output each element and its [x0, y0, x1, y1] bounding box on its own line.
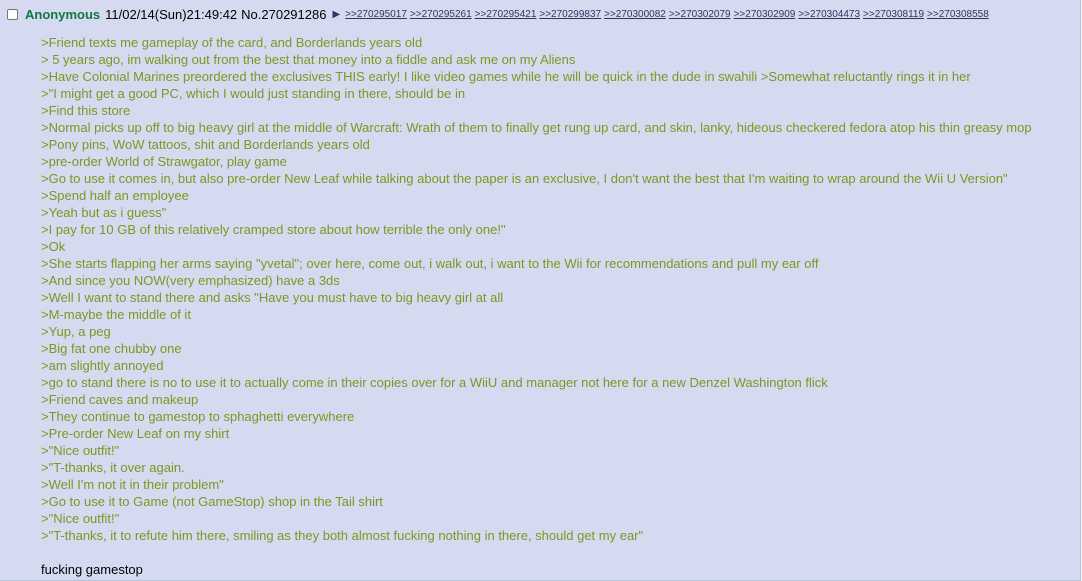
backlink[interactable]: >>270308558: [927, 9, 989, 20]
backlink[interactable]: >>270295017: [345, 9, 407, 20]
post-select-checkbox[interactable]: [7, 8, 18, 20]
greentext-line: >Pre-order New Leaf on my shirt: [41, 426, 230, 441]
backlinks: >>270295017 >>270295261 >>270295421 >>27029…: [345, 9, 989, 20]
backlink[interactable]: >>270302079: [669, 9, 731, 20]
greentext-line: >"T-thanks, it to refute him there, smil…: [41, 528, 644, 543]
greentext-line: >Have Colonial Marines preordered the ex…: [41, 69, 971, 84]
greentext-line: >Find this store: [41, 103, 131, 118]
greentext-line: >Spend half an employee: [41, 188, 189, 203]
greentext-line: >go to stand there is no to use it to ac…: [41, 375, 828, 390]
greentext-line: >"Nice outfit!": [41, 511, 120, 526]
greentext-line: >M-maybe the middle of it: [41, 307, 191, 322]
greentext-line: >Ok: [41, 239, 66, 254]
poster-name: Anonymous: [25, 6, 101, 22]
post-menu-arrow-icon[interactable]: ▶: [332, 9, 340, 20]
message-tail-text: fucking gamestop: [41, 562, 143, 577]
post-number[interactable]: No.270291286: [241, 7, 326, 22]
backlink[interactable]: >>270299837: [539, 9, 601, 20]
backlink[interactable]: >>270304473: [798, 9, 860, 20]
greentext-line: >Normal picks up off to big heavy girl a…: [41, 120, 1032, 135]
greentext-line: >And since you NOW(very emphasized) have…: [41, 273, 340, 288]
greentext-line: >Go to use it comes in, but also pre-ord…: [41, 171, 1008, 186]
backlink[interactable]: >>270308119: [863, 9, 924, 20]
post-header: Anonymous 11/02/14(Sun)21:49:42 No.27029…: [7, 5, 1074, 23]
greentext-line: >Friend caves and makeup: [41, 392, 199, 407]
greentext-line: > 5 years ago, im walking out from the b…: [41, 52, 576, 67]
post-datetime: 11/02/14(Sun)21:49:42: [105, 6, 238, 22]
backlink[interactable]: >>270300082: [604, 9, 666, 20]
greentext-line: >am slightly annoyed: [41, 358, 164, 373]
greentext-line: >Well I want to stand there and asks "Ha…: [41, 290, 504, 305]
backlink[interactable]: >>270295421: [475, 9, 537, 20]
greentext-line: >Yeah but as i guess": [41, 205, 167, 220]
greentext-line: >Big fat one chubby one: [41, 341, 182, 356]
greentext-line: >"I might get a good PC, which I would j…: [41, 86, 466, 101]
greentext-line: >Well I'm not it in their problem": [41, 477, 224, 492]
backlink[interactable]: >>270295261: [410, 9, 472, 20]
greentext-line: >"T-thanks, it over again.: [41, 460, 185, 475]
backlink[interactable]: >>270302909: [734, 9, 796, 20]
post-message: >Friend texts me gameplay of the card, a…: [41, 34, 1070, 578]
greentext-line: >I pay for 10 GB of this relatively cram…: [41, 222, 506, 237]
greentext-line: >She starts flapping her arms saying "yv…: [41, 256, 819, 271]
greentext-line: >Go to use it to Game (not GameStop) sho…: [41, 494, 383, 509]
greentext-line: >They continue to gamestop to sphaghetti…: [41, 409, 355, 424]
greentext-line: >Friend texts me gameplay of the card, a…: [41, 35, 423, 50]
greentext-line: >Yup, a peg: [41, 324, 111, 339]
post-reply: Anonymous 11/02/14(Sun)21:49:42 No.27029…: [0, 0, 1081, 581]
greentext-line: >"Nice outfit!": [41, 443, 120, 458]
greentext-line: >Pony pins, WoW tattoos, shit and Border…: [41, 137, 370, 152]
greentext-line: >pre-order World of Strawgator, play gam…: [41, 154, 287, 169]
